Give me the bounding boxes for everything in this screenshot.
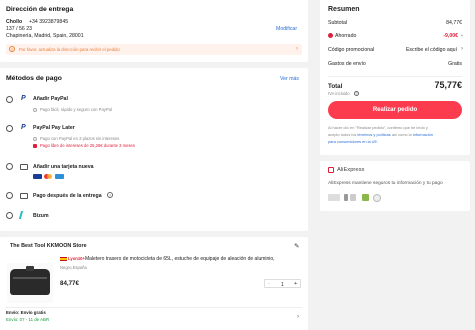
product-badge: Lyon10+ [68, 256, 85, 261]
place-order-label: Realizar pedido [372, 106, 418, 113]
warning-icon: ! [9, 46, 15, 52]
spain-flag-icon [60, 257, 67, 261]
increase-quantity-button[interactable]: + [294, 281, 297, 287]
place-order-button[interactable]: Realizar pedido [328, 101, 462, 119]
amex-icon [55, 174, 64, 179]
method-label-paypal-later[interactable]: PayPal Pay Later [33, 125, 75, 131]
mastercard-icon-overlap [47, 174, 52, 179]
modify-address-link[interactable]: Modificar [276, 26, 297, 32]
product-variant[interactable]: Negro,España [60, 265, 87, 270]
info-link[interactable]: información [413, 132, 433, 137]
payment-title: Métodos de pago [6, 75, 62, 82]
promo-tag-icon [33, 144, 37, 148]
credit-card-icon [20, 164, 28, 170]
cash-icon [20, 193, 28, 199]
divider [328, 76, 462, 77]
trust-brand: AliExpress [337, 167, 365, 173]
method-label-paypal[interactable]: Añadir PayPal [33, 96, 68, 102]
product-title[interactable]: Maletero trasero de motocicleta de 65L, … [85, 256, 275, 262]
radio-paypal-later[interactable] [6, 125, 13, 132]
see-more-link[interactable]: Ver más [280, 76, 299, 82]
security-badge-icon [350, 194, 356, 201]
help-icon[interactable]: ? [354, 91, 359, 96]
saved-value: -9,00€ [443, 33, 458, 39]
radio-new-card[interactable] [6, 163, 13, 170]
discount-icon [328, 33, 333, 38]
subtotal-label: Subtotal [328, 20, 348, 26]
vat-label: IVA incluido [328, 91, 350, 96]
store-name[interactable]: The Best Tool KKMOON Store [10, 243, 87, 249]
saved-label[interactable]: Ahorrado [335, 33, 356, 39]
summary-card: Resumen Subtotal 84,77€ Ahorrado -9,00€ … [320, 0, 470, 155]
recipient-phone: +34 3923879845 [29, 19, 69, 25]
edit-icon[interactable]: ✎ [294, 242, 299, 250]
address-card: Dirección de entrega Chollo +34 39238798… [0, 0, 308, 62]
help-icon[interactable]: ? [107, 192, 113, 198]
radio-pay-on-delivery[interactable] [6, 192, 13, 199]
method-note-paypal-later: Pago con PayPal en 3 plazos sin interese… [40, 136, 120, 141]
method-label-bizum[interactable]: Bizum [33, 213, 49, 219]
method-label-new-card[interactable]: Añadir una tarjeta nueva [33, 164, 94, 170]
trust-card: AliExpress AliExpress mantiene seguros t… [320, 161, 470, 211]
quantity-value[interactable]: 1 [281, 282, 284, 288]
total-label: Total [328, 83, 343, 90]
shipping-cost-label: Gastos de envío [328, 61, 366, 67]
bizum-icon [18, 211, 29, 219]
chevron-right-icon[interactable]: › [297, 313, 299, 320]
payment-methods-card: Métodos de pago Ver más P Añadir PayPal … [0, 68, 308, 231]
legal-text-1: Al hacer clic en "Realizar pedido", conf… [328, 125, 428, 130]
method-note-paypal: Pago fácil, rápido y seguro con PayPal [40, 107, 112, 112]
aliexpress-logo-icon [328, 167, 334, 173]
recipient-name: Chollo [6, 19, 23, 25]
method-promo-paypal-later: Pago libre de intereses de 25,26€ durant… [40, 143, 135, 148]
product-image[interactable] [7, 263, 53, 303]
product-price: 84,77€ [60, 280, 79, 287]
warning-text: Por favor, actualiza la dirección para r… [19, 47, 120, 52]
security-badge-icon [344, 194, 348, 201]
address-title: Dirección de entrega [6, 6, 74, 13]
paypal-icon: P [21, 95, 26, 102]
subtotal-value: 84,77€ [446, 20, 462, 26]
security-badge-icon [362, 194, 369, 201]
security-badge-icon [328, 194, 340, 201]
security-badge-icon [373, 194, 381, 202]
terms-link[interactable]: términos y políticas [357, 132, 390, 137]
total-value: 75,77€ [434, 80, 462, 90]
promo-code-input[interactable]: Escribe el código aquí [406, 47, 457, 53]
legal-text-3[interactable]: para consumidores en la UE. [328, 139, 378, 144]
method-label-pay-on-delivery[interactable]: Pago después de la entrega [33, 193, 102, 199]
summary-title: Resumen [328, 6, 360, 13]
legal-text-2: acepto todos los términos y políticas as… [328, 132, 433, 137]
delivery-date: Envío: 07 - 11 de ABR [6, 317, 50, 322]
paypal-icon: P [21, 124, 26, 131]
decrease-quantity-button[interactable]: - [268, 281, 270, 287]
promo-code-label: Código promocional [328, 47, 375, 53]
trust-text: AliExpress mantiene seguros tu informaci… [328, 181, 443, 186]
chevron-right-icon[interactable]: › [461, 46, 463, 52]
address-line-1: 137 / 56 23 [6, 26, 32, 32]
chevron-right-icon: › [296, 46, 298, 52]
divider [6, 307, 302, 308]
visa-icon [33, 174, 42, 179]
info-icon [33, 137, 37, 141]
radio-bizum[interactable] [6, 212, 13, 219]
info-icon [33, 108, 37, 112]
shipping-cost-value: Gratis [448, 61, 462, 67]
address-line-2: Chapinería, Madrid, Spain, 28001 [6, 33, 84, 39]
address-warning-banner[interactable]: ! Por favor, actualiza la dirección para… [6, 44, 302, 55]
store-card: The Best Tool KKMOON Store ✎ Lyon10+ Mal… [0, 237, 308, 330]
radio-paypal[interactable] [6, 96, 13, 103]
quantity-stepper: - 1 + [264, 279, 301, 288]
shipping-label: Envío: Envío gratis [6, 310, 46, 315]
chevron-down-icon[interactable]: ⌄ [460, 32, 464, 38]
